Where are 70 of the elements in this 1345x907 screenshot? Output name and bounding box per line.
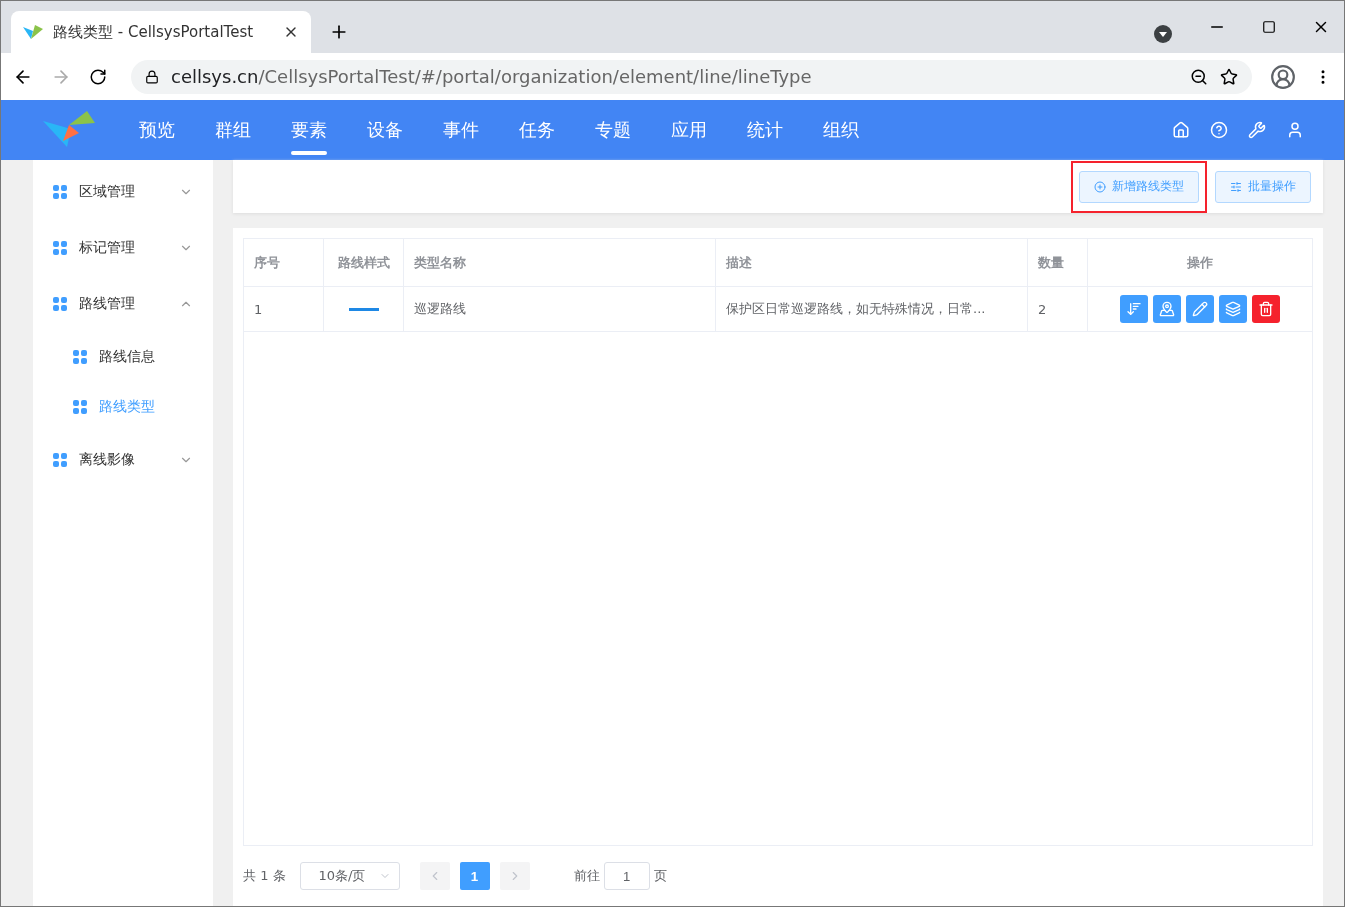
grid-icon [53,297,67,311]
nav-tab[interactable]: 专题 [575,100,651,160]
url-text: cellsys.cn/CellsysPortalTest/#/portal/organization/element/line/lineType [171,66,813,87]
grid-icon [53,185,67,199]
nav-tab[interactable]: 统计 [727,100,803,160]
sliders-icon [1230,180,1242,193]
sidebar-subitem[interactable]: 路线信息 [33,332,213,382]
nav-tab[interactable]: 设备 [347,100,423,160]
column-header: 类型名称 [404,239,716,286]
sidebar-subitem[interactable]: 路线类型 [33,382,213,432]
tools-icon[interactable] [1248,121,1266,139]
browser-tab[interactable]: 路线类型 - CellsysPortalTest [11,11,311,53]
dropdown-icon[interactable] [1154,25,1172,43]
grid-icon [73,350,87,364]
nav-tab[interactable]: 应用 [651,100,727,160]
nav-tab[interactable]: 群组 [195,100,271,160]
goto-input[interactable]: 1 [603,862,650,890]
page-suffix: 页 [653,867,667,885]
nav-tab[interactable]: 任务 [499,100,575,160]
toolbar-button[interactable]: 新增路线类型 [1079,170,1199,203]
table-cell: 2 [1028,287,1088,331]
layers-button[interactable] [1219,295,1247,323]
layers-icon [1225,301,1241,317]
grid-icon [53,453,67,467]
zoom-icon[interactable] [1190,67,1208,86]
maximize-icon[interactable] [1262,20,1276,34]
edit-button[interactable] [1186,295,1214,323]
column-header: 路线样式 [324,239,404,286]
star-icon[interactable] [1220,67,1238,86]
sidebar-item[interactable]: 路线管理 [33,276,213,332]
page-size-select[interactable]: 10条/页 [299,862,400,890]
total-count: 共 1 条 [243,867,286,885]
home-icon[interactable] [1172,121,1190,139]
table-cell: 保护区日常巡逻路线，如无特殊情况，日常... [716,287,1028,331]
logo-icon [43,111,95,149]
plus-circle-icon [1094,180,1106,193]
sidebar-item[interactable]: 区域管理 [33,164,213,220]
sort-button[interactable] [1120,295,1148,323]
nav-tab[interactable]: 要素 [271,100,347,160]
sort-icon [1126,301,1142,317]
toolbar-button[interactable]: 批量操作 [1215,170,1311,203]
sidebar-item[interactable]: 标记管理 [33,220,213,276]
map-pin-icon [1159,301,1175,317]
tab-title: 路线类型 - CellsysPortalTest [53,22,255,42]
column-header: 描述 [716,239,1028,286]
pencil-icon [1192,301,1208,317]
lock-icon [145,69,159,84]
reload-icon[interactable] [89,67,107,86]
sidebar-item[interactable]: 离线影像 [33,432,213,488]
profile-icon[interactable] [1270,63,1296,90]
nav-tab[interactable]: 预览 [119,100,195,160]
user-icon[interactable] [1286,121,1304,139]
nav-tab[interactable]: 组织 [803,100,879,160]
table-cell: 巡逻路线 [404,287,716,331]
column-header: 操作 [1186,253,1214,272]
trash-icon [1258,301,1274,317]
page-button[interactable]: 1 [459,862,490,890]
column-header: 序号 [244,239,324,286]
address-bar[interactable]: cellsys.cn/CellsysPortalTest/#/portal/organization/element/line/lineType [131,59,1252,94]
goto-label: 前往 [573,867,600,885]
help-icon[interactable] [1210,121,1228,139]
table-cell: 1 [244,287,324,331]
logo-icon [23,23,43,41]
grid-icon [53,241,67,255]
grid-icon [73,400,87,414]
line-style-swatch [348,307,379,311]
delete-button[interactable] [1252,295,1280,323]
column-header: 数量 [1028,239,1088,286]
map-button[interactable] [1153,295,1181,323]
nav-tab[interactable]: 事件 [423,100,499,160]
